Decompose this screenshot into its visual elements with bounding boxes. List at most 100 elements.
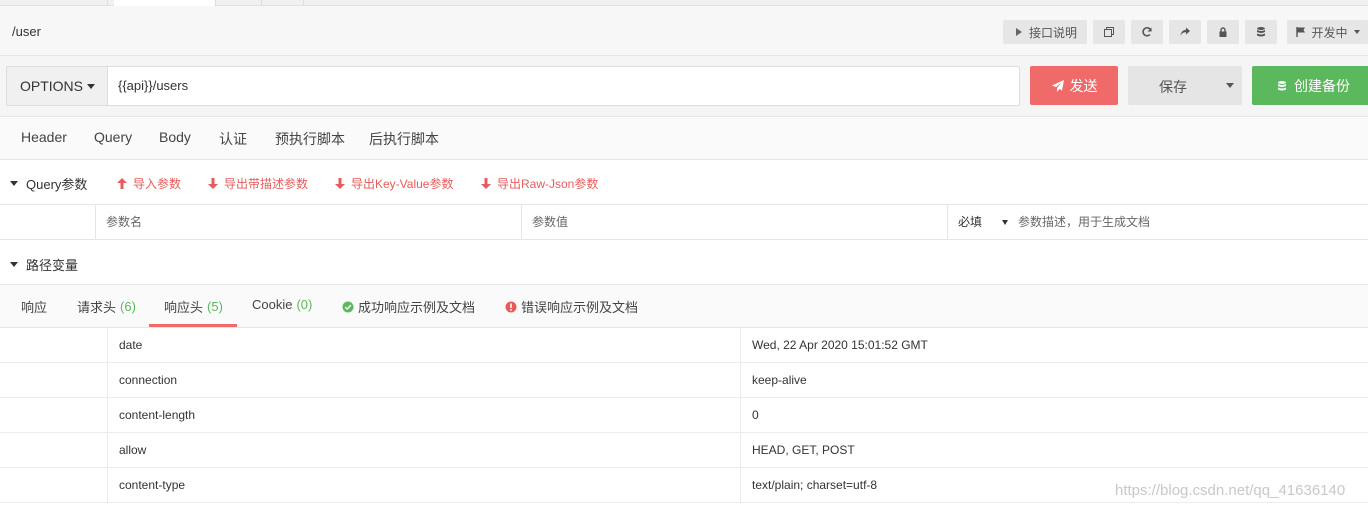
- api-header-bar: /user 接口说明 开发中: [0, 6, 1368, 56]
- table-row: allow HEAD, GET, POST: [0, 433, 1368, 468]
- count-badge: (0): [296, 297, 313, 312]
- query-params-title: Query参数: [26, 177, 88, 192]
- header-name: content-length: [107, 398, 741, 433]
- check-circle-icon: [342, 301, 354, 312]
- url-input[interactable]: {{api}}/users: [107, 66, 1020, 106]
- flag-icon: [1296, 27, 1306, 37]
- share-button[interactable]: [1169, 20, 1201, 44]
- table-row: content-length 0: [0, 398, 1368, 433]
- arrow-down-icon: [481, 178, 491, 189]
- paper-plane-icon: [1051, 79, 1064, 92]
- export-desc-label: 导出带描述参数: [224, 177, 309, 191]
- tab-post-script[interactable]: 后执行脚本: [369, 129, 439, 149]
- api-doc-label: 接口说明: [1028, 25, 1077, 40]
- tab-error-doc[interactable]: 错误响应示例及文档: [505, 297, 638, 316]
- lock-button[interactable]: [1207, 20, 1239, 44]
- header-name: content-type: [107, 468, 741, 503]
- table-row: connection keep-alive: [0, 363, 1368, 398]
- arrow-up-icon: [117, 178, 127, 189]
- caret-down-icon: [10, 181, 18, 186]
- header-name: allow: [107, 433, 741, 468]
- refresh-icon: [1142, 27, 1152, 37]
- row-gutter: [0, 433, 107, 468]
- export-desc-params-link[interactable]: 导出带描述参数: [208, 175, 308, 192]
- status-label: 开发中: [1311, 25, 1348, 40]
- status-dropdown[interactable]: 开发中: [1287, 20, 1368, 44]
- count-badge: (5): [207, 299, 223, 314]
- param-name-input[interactable]: 参数名: [95, 205, 522, 240]
- arrow-down-icon: [208, 178, 218, 189]
- import-params-link[interactable]: 导入参数: [117, 175, 181, 192]
- export-raw-params-link[interactable]: 导出Raw-Json参数: [481, 175, 598, 192]
- query-params-toggle[interactable]: Query参数: [10, 174, 87, 193]
- method-label: OPTIONS: [19, 78, 83, 94]
- path-variables-title: 路径变量: [26, 258, 79, 273]
- header-value: 0: [740, 398, 1368, 433]
- tab-response[interactable]: 响应: [21, 297, 47, 316]
- row-gutter: [0, 398, 107, 433]
- path-variables-toggle[interactable]: 路径变量: [10, 255, 78, 274]
- database-icon: [1278, 80, 1286, 90]
- tab-response-headers[interactable]: 响应头 (5): [164, 297, 223, 316]
- database-icon: [1257, 27, 1265, 37]
- query-params-row: 参数名 参数值 必填 参数描述，用于生成文档: [0, 205, 1368, 240]
- chevron-down-icon: [87, 83, 95, 89]
- exclamation-circle-icon: [505, 301, 517, 312]
- tab-cookie-label: Cookie: [252, 297, 293, 312]
- row-gutter: [0, 328, 107, 363]
- export-kv-params-link[interactable]: 导出Key-Value参数: [335, 175, 453, 192]
- header-name: date: [107, 328, 741, 363]
- tab-request-headers[interactable]: 请求头 (6): [77, 297, 136, 316]
- api-doc-button[interactable]: 接口说明: [1003, 20, 1087, 44]
- tab-success-doc-label: 成功响应示例及文档: [358, 300, 476, 315]
- param-value-input[interactable]: 参数值: [521, 205, 948, 240]
- path-variables-header: 路径变量: [0, 240, 1368, 285]
- send-label: 发送: [1069, 77, 1098, 94]
- save-button[interactable]: 保存: [1128, 66, 1242, 105]
- header-value: Wed, 22 Apr 2020 15:01:52 GMT: [740, 328, 1368, 363]
- tab-auth[interactable]: 认证: [219, 129, 247, 149]
- send-button[interactable]: 发送: [1030, 66, 1118, 105]
- required-select[interactable]: 必填: [947, 205, 1012, 240]
- request-bar: OPTIONS {{api}}/users 发送 保存 创建备份: [0, 56, 1368, 117]
- query-params-header: Query参数 导入参数 导出带描述参数 导出Key-Value参数 导出Raw…: [0, 160, 1368, 205]
- active-tab-indicator: [149, 324, 237, 327]
- response-tabs: 响应 请求头 (6) 响应头 (5) Cookie (0) 成功响应示例及文档 …: [0, 285, 1368, 328]
- tab-query[interactable]: Query: [94, 129, 132, 145]
- tab-header[interactable]: Header: [21, 129, 67, 145]
- header-value: keep-alive: [740, 363, 1368, 398]
- chevron-down-icon[interactable]: [1226, 83, 1234, 88]
- row-gutter: [0, 468, 107, 503]
- required-label: 必填: [958, 215, 983, 229]
- header-name: connection: [107, 363, 741, 398]
- create-backup-button[interactable]: 创建备份: [1252, 66, 1368, 105]
- tab-pre-script[interactable]: 预执行脚本: [275, 129, 345, 149]
- database-button[interactable]: [1245, 20, 1277, 44]
- save-label: 保存: [1159, 79, 1187, 95]
- tab-request-headers-label: 请求头: [77, 300, 117, 315]
- play-icon: [1015, 28, 1022, 36]
- tab-body[interactable]: Body: [159, 129, 191, 145]
- tab-response-headers-label: 响应头: [164, 300, 204, 315]
- request-subtabs: Header Query Body 认证 预执行脚本 后执行脚本: [0, 117, 1368, 160]
- chevron-down-icon: [1353, 30, 1360, 34]
- refresh-button[interactable]: [1131, 20, 1163, 44]
- header-value: HEAD, GET, POST: [740, 433, 1368, 468]
- share-icon: [1180, 27, 1190, 36]
- tab-error-doc-label: 错误响应示例及文档: [521, 300, 639, 315]
- tab-cookie[interactable]: Cookie (0): [252, 297, 312, 312]
- param-desc-input[interactable]: 参数描述，用于生成文档: [1008, 205, 1368, 240]
- backup-label: 创建备份: [1294, 77, 1350, 94]
- watermark: https://blog.csdn.net/qq_41636140: [1115, 482, 1346, 499]
- caret-down-icon: [10, 262, 18, 267]
- copy-button[interactable]: [1093, 20, 1125, 44]
- tab-response-label: 响应: [21, 300, 48, 315]
- export-kv-label: 导出Key-Value参数: [351, 177, 454, 191]
- import-params-label: 导入参数: [133, 177, 182, 191]
- lock-icon: [1219, 27, 1227, 37]
- row-gutter: [0, 363, 107, 398]
- method-select[interactable]: OPTIONS: [6, 66, 108, 106]
- export-raw-label: 导出Raw-Json参数: [497, 177, 599, 191]
- tab-success-doc[interactable]: 成功响应示例及文档: [342, 297, 475, 316]
- api-path: /user: [12, 24, 41, 39]
